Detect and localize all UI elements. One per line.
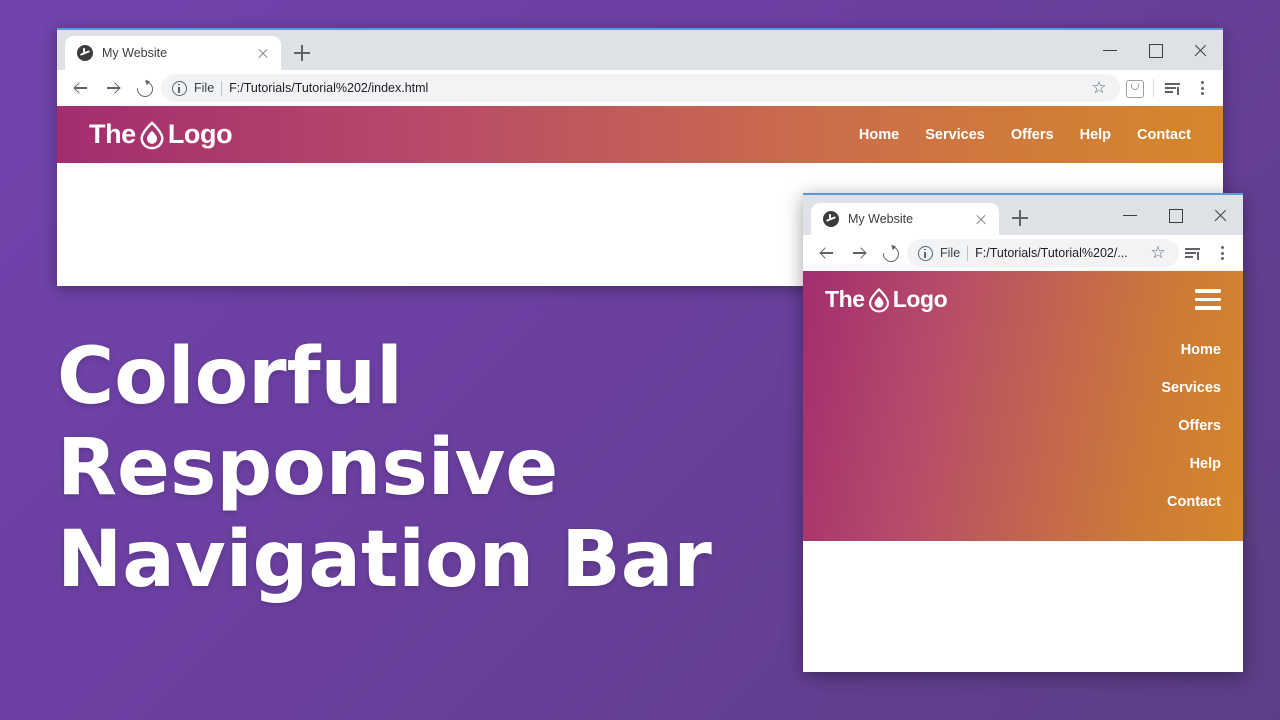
close-icon[interactable] [973,211,989,227]
window-controls [1088,30,1223,70]
tab-title: My Website [848,212,914,226]
mobile-browser-window: My Website File F:/Tutorials/Tutorial%20… [803,193,1243,672]
nav-link-services[interactable]: Services [1161,369,1221,407]
mobile-tab-strip: My Website [803,195,1243,235]
mobile-nav-links: Home Services Offers Help Contact [825,331,1221,521]
mobile-navbar-header: The Logo [825,286,1221,313]
desktop-tab-strip: My Website [57,30,1223,70]
slide-canvas: My Website File F:/Tutorials/Tutorial%20… [0,0,1280,720]
reload-icon[interactable] [875,238,905,268]
maximize-icon[interactable] [1153,195,1198,235]
three-dots-icon[interactable] [1189,73,1215,103]
site-logo[interactable]: The Logo [825,286,948,313]
address-bar[interactable]: File F:/Tutorials/Tutorial%202/index.htm… [161,74,1120,102]
scheme-label: File [940,246,961,260]
divider [967,245,969,261]
info-circle-icon[interactable] [172,80,187,96]
forward-arrow-icon[interactable] [843,238,873,268]
headline-line-3: Navigation Bar [57,514,712,605]
plus-icon[interactable] [288,39,316,67]
headline-line-1: Colorful [57,332,403,422]
address-bar[interactable]: File F:/Tutorials/Tutorial%202/... ☆ [907,239,1179,267]
nav-link-offers[interactable]: Offers [1011,127,1054,143]
browser-tab[interactable]: My Website [811,203,999,235]
nav-link-home[interactable]: Home [1181,331,1221,369]
headline-line-2: Responsive [57,423,559,514]
nav-link-offers[interactable]: Offers [1178,407,1221,445]
flame-drop-icon [137,120,167,150]
tab-title: My Website [102,46,168,60]
close-icon[interactable] [255,45,271,61]
globe-icon [77,45,93,61]
site-logo[interactable]: The Logo [89,119,233,150]
divider [221,80,223,96]
nav-link-help[interactable]: Help [1190,445,1221,483]
reading-list-icon[interactable] [1181,240,1207,266]
mobile-toolbar: File F:/Tutorials/Tutorial%202/... ☆ [803,235,1243,271]
mobile-navbar: The Logo Home Services Offers Help Conta… [803,271,1243,541]
url-text: F:/Tutorials/Tutorial%202/index.html [229,81,429,95]
logo-prefix: The [825,286,865,312]
globe-icon [823,211,839,227]
hamburger-menu-icon[interactable] [1195,289,1221,310]
close-icon[interactable] [1198,195,1243,235]
slide-headline: Colorful Responsive Navigation Bar [57,332,777,606]
reload-icon[interactable] [129,73,159,103]
url-text: F:/Tutorials/Tutorial%202/... [975,246,1128,260]
reading-list-icon[interactable] [1161,75,1187,101]
minimize-icon[interactable] [1088,30,1133,70]
desktop-nav-links: Home Services Offers Help Contact [859,127,1191,143]
info-circle-icon[interactable] [918,245,933,261]
forward-arrow-icon[interactable] [97,73,127,103]
browser-tab[interactable]: My Website [65,36,281,70]
maximize-icon[interactable] [1133,30,1178,70]
desktop-toolbar: File F:/Tutorials/Tutorial%202/index.htm… [57,70,1223,106]
back-arrow-icon[interactable] [811,238,841,268]
boxed-icon[interactable] [1122,76,1146,100]
logo-suffix: Logo [167,119,233,149]
star-icon[interactable]: ☆ [1084,73,1114,103]
back-arrow-icon[interactable] [65,73,95,103]
nav-link-contact[interactable]: Contact [1137,127,1191,143]
logo-prefix: The [89,119,136,149]
nav-link-help[interactable]: Help [1080,127,1111,143]
logo-suffix: Logo [892,286,948,312]
nav-link-services[interactable]: Services [925,127,985,143]
nav-link-home[interactable]: Home [859,127,899,143]
close-icon[interactable] [1178,30,1223,70]
minimize-icon[interactable] [1108,195,1153,235]
plus-icon[interactable] [1006,204,1034,232]
three-dots-icon[interactable] [1209,238,1235,268]
scheme-label: File [194,81,215,95]
divider [1153,79,1154,97]
desktop-navbar: The Logo Home Services Offers Help Conta… [57,106,1223,163]
star-icon[interactable]: ☆ [1143,238,1173,268]
window-controls [1108,195,1243,235]
flame-drop-icon [866,287,892,313]
nav-link-contact[interactable]: Contact [1167,483,1221,521]
mobile-page-content [803,541,1243,672]
